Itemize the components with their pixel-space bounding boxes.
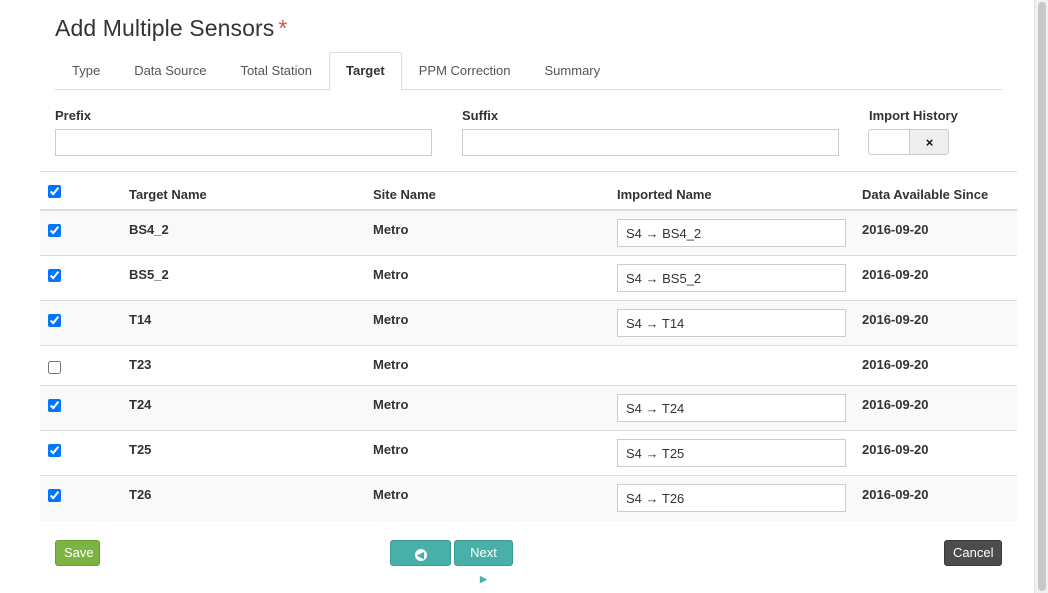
suffix-input[interactable] — [462, 129, 839, 156]
table-row: T26 Metro 2016-09-20 — [40, 476, 1017, 521]
table-header: Target Name Site Name Imported Name Data… — [40, 171, 1017, 211]
row-checkbox[interactable] — [48, 314, 61, 327]
table-row: T25 Metro 2016-09-20 — [40, 431, 1017, 476]
select-all-checkbox[interactable] — [48, 185, 61, 198]
table-row: BS5_2 Metro 2016-09-20 — [40, 256, 1017, 301]
imported-name-input[interactable] — [617, 219, 846, 247]
page-title-text: Add Multiple Sensors — [55, 15, 275, 41]
tab-data-source[interactable]: Data Source — [117, 52, 223, 90]
site-name: Metro — [373, 487, 409, 502]
table-row: T23 Metro 2016-09-20 — [40, 346, 1017, 386]
tab-summary[interactable]: Summary — [528, 52, 618, 90]
site-name: Metro — [373, 267, 409, 282]
target-name: T26 — [129, 487, 152, 502]
target-name: T25 — [129, 442, 152, 457]
col-site-name: Site Name — [373, 187, 436, 202]
data-available-since: 2016-09-20 — [862, 397, 929, 412]
row-checkbox[interactable] — [48, 399, 61, 412]
table-row: T24 Metro 2016-09-20 — [40, 386, 1017, 431]
row-checkbox[interactable] — [48, 489, 61, 502]
target-name: BS4_2 — [129, 222, 169, 237]
import-history-label: Import History — [869, 108, 958, 123]
target-name: T23 — [129, 357, 152, 372]
arrow-circle-right-icon: ▶ — [477, 573, 490, 585]
data-available-since: 2016-09-20 — [862, 357, 929, 372]
data-available-since: 2016-09-20 — [862, 267, 929, 282]
cancel-button[interactable]: Cancel — [944, 540, 1002, 566]
page-scrollbar[interactable] — [1034, 0, 1048, 593]
row-checkbox[interactable] — [48, 224, 61, 237]
next-button-label: Next — [470, 545, 497, 560]
targets-table: Target Name Site Name Imported Name Data… — [40, 171, 1017, 521]
table-row: T14 Metro 2016-09-20 — [40, 301, 1017, 346]
scrollbar-thumb[interactable] — [1038, 2, 1046, 591]
target-name: T24 — [129, 397, 152, 412]
imported-name-input[interactable] — [617, 439, 846, 467]
data-available-since: 2016-09-20 — [862, 222, 929, 237]
site-name: Metro — [373, 442, 409, 457]
target-name: T14 — [129, 312, 152, 327]
tab-total-station[interactable]: Total Station — [223, 52, 329, 90]
site-name: Metro — [373, 357, 409, 372]
imported-name-input[interactable] — [617, 394, 846, 422]
col-data-available-since: Data Available Since — [862, 187, 989, 202]
data-available-since: 2016-09-20 — [862, 312, 929, 327]
wizard-tabs: Type Data Source Total Station Target PP… — [55, 52, 1002, 91]
import-history-toggle[interactable]: × — [868, 129, 949, 155]
site-name: Metro — [373, 397, 409, 412]
row-checkbox[interactable] — [48, 444, 61, 457]
tab-ppm-correction[interactable]: PPM Correction — [402, 52, 528, 90]
suffix-label: Suffix — [462, 108, 499, 123]
back-button-label: Back — [406, 569, 435, 584]
site-name: Metro — [373, 312, 409, 327]
tab-target[interactable]: Target — [329, 52, 402, 91]
site-name: Metro — [373, 222, 409, 237]
imported-name-input[interactable] — [617, 264, 846, 292]
back-button[interactable]: ◀ Back — [390, 540, 451, 584]
prefix-label: Prefix — [55, 108, 92, 123]
imported-name-input[interactable] — [617, 309, 846, 337]
prefix-input[interactable] — [55, 129, 432, 156]
page-title: Add Multiple Sensors * — [55, 15, 287, 42]
arrow-circle-left-icon: ◀ — [414, 549, 427, 561]
col-imported-name: Imported Name — [617, 187, 712, 202]
data-available-since: 2016-09-20 — [862, 442, 929, 457]
table-row: BS4_2 Metro 2016-09-20 — [40, 211, 1017, 256]
data-available-since: 2016-09-20 — [862, 487, 929, 502]
required-marker: * — [278, 15, 288, 41]
save-button[interactable]: Save — [55, 540, 100, 566]
col-target-name: Target Name — [129, 187, 207, 202]
tab-type[interactable]: Type — [55, 52, 117, 90]
close-icon: × — [909, 130, 948, 154]
row-checkbox[interactable] — [48, 269, 61, 282]
row-checkbox[interactable] — [48, 361, 61, 374]
imported-name-input[interactable] — [617, 484, 846, 512]
next-button[interactable]: Next ▶ — [454, 540, 513, 585]
target-name: BS5_2 — [129, 267, 169, 282]
